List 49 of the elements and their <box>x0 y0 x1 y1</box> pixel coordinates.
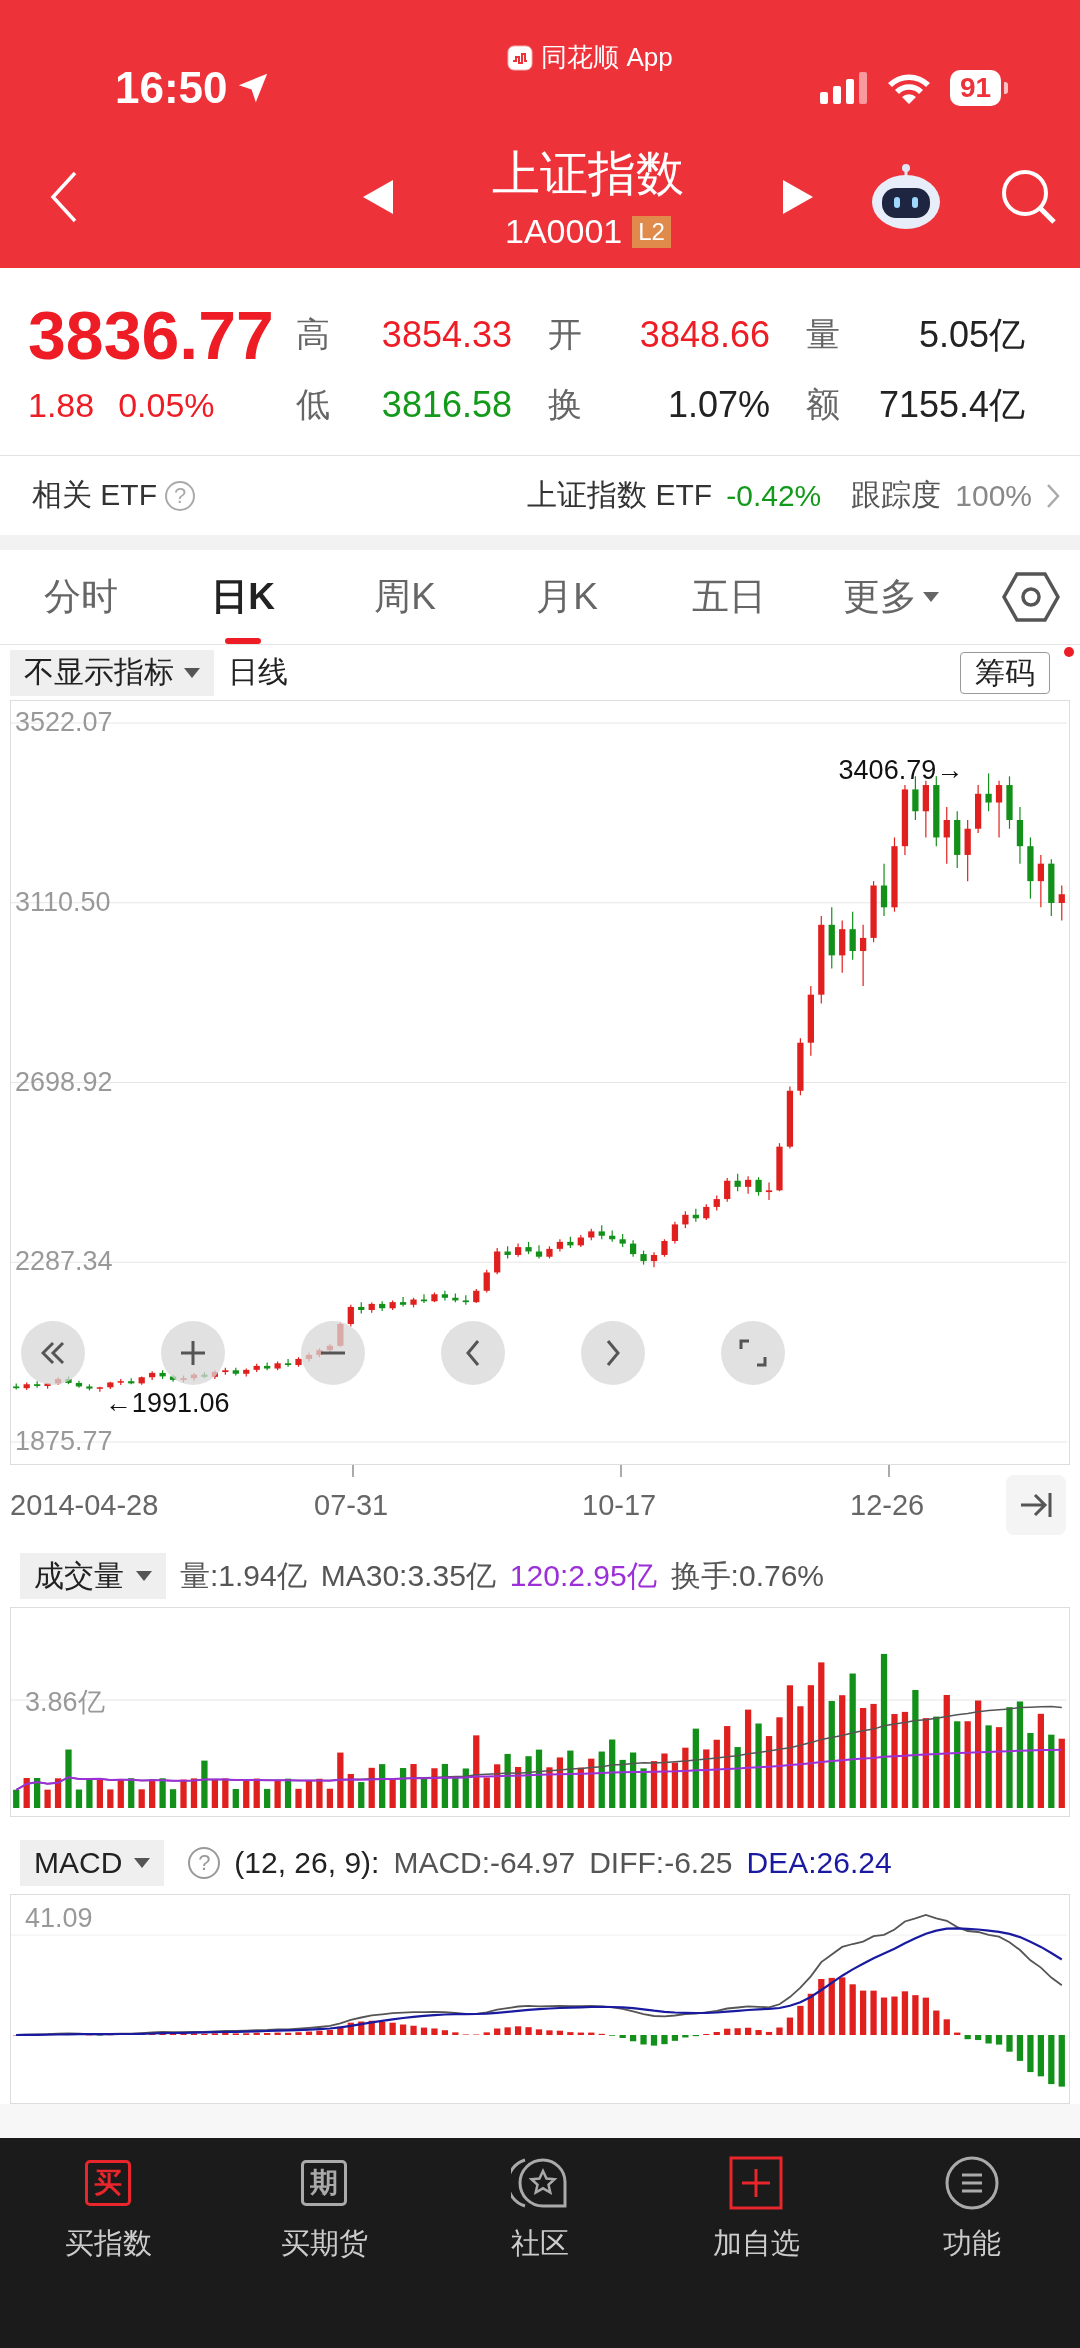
stat-value: 3848.66 <box>638 314 770 356</box>
macd-reading: MACD:-64.97 <box>393 1846 576 1880</box>
battery-level: 91 <box>950 69 1002 106</box>
low-price-note: ←1991.06 <box>104 1387 230 1419</box>
volume-reading: 量:1.94亿 <box>180 1557 307 1594</box>
clock-time: 16:50 <box>115 62 228 113</box>
stat-label: 换 <box>547 384 583 425</box>
volume-reading: 120:2.95亿 <box>509 1557 657 1594</box>
app-name: 同花顺 App <box>541 41 673 74</box>
date-axis-label: 2014-04-28 <box>10 1489 159 1522</box>
price-axis-label: 3522.07 <box>15 707 113 738</box>
date-axis-label: 07-31 <box>314 1489 389 1522</box>
stat-label: 高 <box>296 314 331 355</box>
tracking-value: 100% <box>955 478 1032 513</box>
character-icon: 期 <box>301 2160 347 2206</box>
volume-axis-label: 3.86亿 <box>25 1686 105 1719</box>
percent-change: 0.05% <box>118 385 215 425</box>
macd-reading: DEA:26.24 <box>746 1846 892 1880</box>
stat-value: 7155.4亿 <box>877 382 1025 427</box>
date-axis-label: 10-17 <box>582 1489 657 1522</box>
macd-reading: (12, 26, 9): <box>234 1846 380 1880</box>
line-type-label: 日线 <box>228 654 288 690</box>
stat-value: 3854.33 <box>380 314 512 356</box>
stat-value: 1.07% <box>666 384 770 426</box>
volume-reading: MA30:3.35亿 <box>320 1557 496 1594</box>
stat-label: 额 <box>805 384 841 425</box>
date-axis-label: 12-26 <box>850 1489 925 1522</box>
stat-value: 3816.58 <box>380 384 512 426</box>
volume-reading: 换手:0.76% <box>670 1557 824 1594</box>
stat-value: 5.05亿 <box>917 312 1025 357</box>
character-icon: 买 <box>85 2160 131 2206</box>
related-etf-label: 相关 ETF <box>32 477 157 513</box>
macd-axis-label: 41.09 <box>25 1903 93 1934</box>
index-price: 3836.77 <box>28 296 275 374</box>
stat-label: 低 <box>296 384 331 425</box>
stock-code: 1A0001 <box>505 212 623 251</box>
etf-change: -0.42% <box>726 478 822 513</box>
price-axis-label: 1875.77 <box>15 1426 113 1457</box>
price-change: 1.88 <box>28 385 95 425</box>
stat-label: 量 <box>805 314 841 355</box>
macd-reading: DIFF:-6.25 <box>589 1846 733 1880</box>
price-axis-label: 2698.92 <box>15 1066 113 1098</box>
high-price-note: 3406.79→ <box>838 755 964 787</box>
stat-label: 开 <box>547 314 583 355</box>
level-badge: L2 <box>632 215 671 248</box>
stock-title: 上证指数 <box>492 146 684 202</box>
price-axis-label: 2287.34 <box>15 1246 113 1278</box>
tracking-label: 跟踪度 <box>851 477 942 513</box>
price-axis-label: 3110.50 <box>15 886 111 918</box>
